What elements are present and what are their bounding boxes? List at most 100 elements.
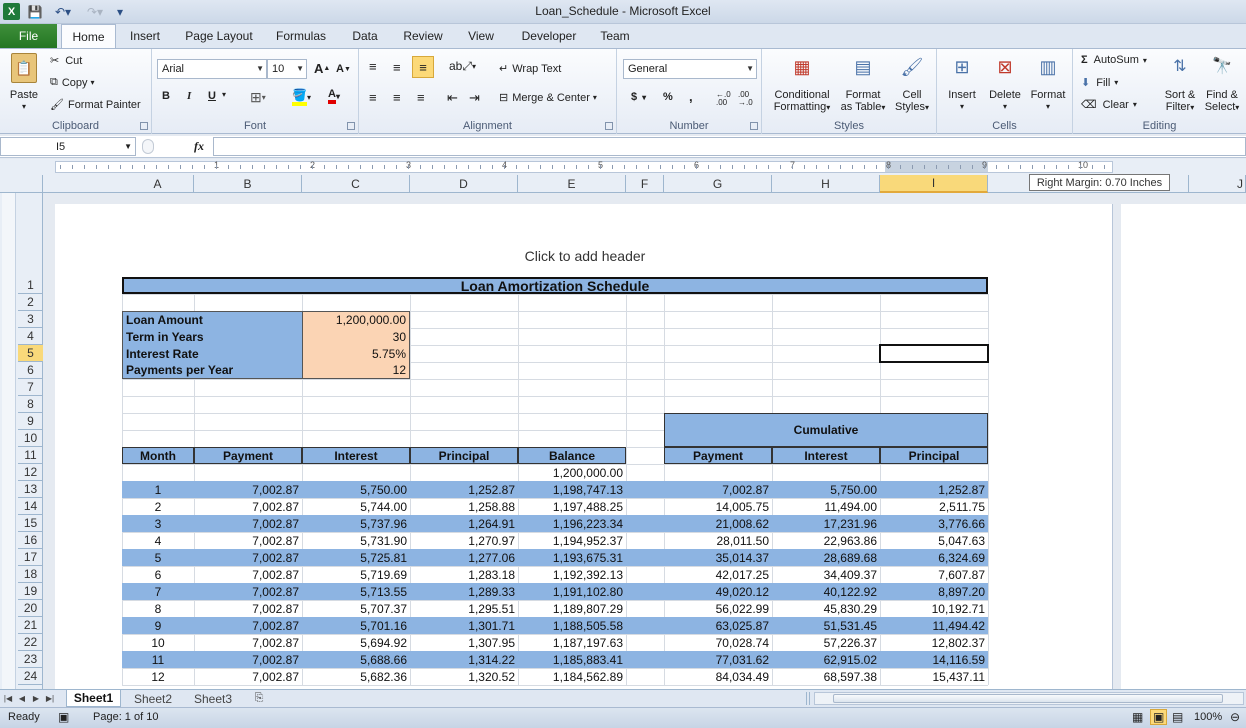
copy-button[interactable]: ⧉ Copy ▾	[50, 76, 95, 89]
font-name-combo[interactable]: Arial ▼	[157, 59, 267, 79]
wrap-text-button[interactable]: ↵ Wrap Text	[499, 62, 561, 76]
input-value[interactable]: 30	[302, 328, 410, 345]
decrease-decimal-icon[interactable]: .00 →.0	[738, 91, 753, 107]
table-cell[interactable]: 5,737.96	[302, 515, 410, 532]
table-cell[interactable]: 1,197,488.25	[518, 498, 626, 515]
table-cell[interactable]: 63,025.87	[664, 617, 772, 634]
table-header[interactable]: Interest	[302, 447, 410, 464]
input-value[interactable]: 1,200,000.00	[302, 311, 410, 328]
row-header[interactable]: 9	[18, 413, 43, 430]
table-cell[interactable]: 8,897.20	[880, 583, 988, 600]
tab-file[interactable]: File	[0, 24, 57, 48]
table-cell[interactable]: 5,688.66	[302, 651, 410, 668]
zoom-out-icon[interactable]: ⊖	[1230, 710, 1240, 724]
table-cell[interactable]: 5,047.63	[880, 532, 988, 549]
macro-record-icon[interactable]: ▣	[58, 710, 69, 724]
paste-button[interactable]: 📋 Paste ▾	[6, 53, 42, 113]
column-header-c[interactable]: C	[302, 175, 410, 193]
table-cell[interactable]: 5,750.00	[302, 481, 410, 498]
row-header[interactable]: 16	[18, 532, 43, 549]
shrink-font-button[interactable]: A ▼	[336, 63, 351, 75]
table-cell[interactable]: 1,193,675.31	[518, 549, 626, 566]
borders-icon[interactable]: ⊞ ▾	[250, 89, 266, 106]
row-header[interactable]: 10	[18, 430, 43, 447]
table-header[interactable]: Payment	[664, 447, 772, 464]
table-cell[interactable]: 51,531.45	[772, 617, 880, 634]
table-cell[interactable]: 1,184,562.89	[518, 668, 626, 685]
table-cell[interactable]: 7,002.87	[194, 617, 302, 634]
table-cell[interactable]: 11,494.42	[880, 617, 988, 634]
column-header-j[interactable]: J	[1188, 175, 1246, 193]
font-launcher-icon[interactable]	[347, 122, 355, 130]
table-cell[interactable]: 7,002.87	[194, 498, 302, 515]
row-header[interactable]: 18	[18, 566, 43, 583]
table-cell[interactable]: 1,187,197.63	[518, 634, 626, 651]
tab-data[interactable]: Data	[345, 24, 385, 48]
table-cell[interactable]: 2	[122, 498, 194, 515]
next-sheet-icon[interactable]: ▶	[30, 690, 42, 707]
name-box[interactable]: I5 ▼	[0, 137, 136, 156]
underline-dropdown-icon[interactable]: ▾	[222, 90, 226, 99]
table-cell[interactable]: 5,719.69	[302, 566, 410, 583]
row-header[interactable]: 1	[18, 277, 43, 294]
table-cell[interactable]: 5,707.37	[302, 600, 410, 617]
row-header[interactable]: 23	[18, 651, 43, 668]
sheet-tab-sheet2[interactable]: Sheet2	[126, 690, 180, 707]
table-cell[interactable]: 5,701.16	[302, 617, 410, 634]
fill-button[interactable]: ⬇ Fill ▾	[1081, 76, 1118, 90]
increase-indent-icon[interactable]: ⇥	[469, 90, 480, 106]
table-cell[interactable]: 77,031.62	[664, 651, 772, 668]
table-cell[interactable]: 5,694.92	[302, 634, 410, 651]
header-placeholder[interactable]: Click to add header	[522, 248, 648, 264]
input-label[interactable]: Interest Rate	[122, 345, 302, 362]
tab-page-layout[interactable]: Page Layout	[180, 24, 258, 48]
table-header[interactable]: Interest	[772, 447, 880, 464]
table-cell[interactable]: 7,002.87	[664, 481, 772, 498]
table-cell[interactable]: 49,020.12	[664, 583, 772, 600]
tab-review[interactable]: Review	[397, 24, 449, 48]
column-header-i[interactable]: I	[880, 175, 988, 193]
table-cell[interactable]: 7,002.87	[194, 668, 302, 685]
table-header[interactable]: Balance	[518, 447, 626, 464]
delete-cells-button[interactable]: ⊠ Delete ▾	[985, 53, 1025, 113]
row-header[interactable]: 11	[18, 447, 43, 464]
table-cell[interactable]: 1,192,392.13	[518, 566, 626, 583]
insert-function-icon[interactable]: fx	[194, 139, 204, 154]
table-cell[interactable]: 70,028.74	[664, 634, 772, 651]
tab-developer[interactable]: Developer	[514, 24, 584, 48]
table-cell[interactable]: 68,597.38	[772, 668, 880, 685]
column-header-b[interactable]: B	[194, 175, 302, 193]
table-cell[interactable]: 1,191,102.80	[518, 583, 626, 600]
table-cell[interactable]: 7,002.87	[194, 566, 302, 583]
table-cell[interactable]: 1,283.18	[410, 566, 518, 583]
table-header[interactable]: Principal	[880, 447, 988, 464]
table-cell[interactable]: 84,034.49	[664, 668, 772, 685]
conditional-formatting-button[interactable]: ▦ Conditional Formatting▾	[767, 53, 837, 114]
tab-insert[interactable]: Insert	[122, 24, 168, 48]
row-header[interactable]: 2	[18, 294, 43, 311]
table-cell[interactable]: 12,802.37	[880, 634, 988, 651]
input-value[interactable]: 5.75%	[302, 345, 410, 362]
table-cell[interactable]: 9	[122, 617, 194, 634]
autosum-button[interactable]: Σ AutoSum ▾	[1081, 54, 1147, 66]
table-cell[interactable]: 7,002.87	[194, 651, 302, 668]
table-cell[interactable]: 7,002.87	[194, 600, 302, 617]
merge-center-button[interactable]: ⊟ Merge & Center ▾	[499, 91, 597, 105]
row-header[interactable]: 19	[18, 583, 43, 600]
table-cell[interactable]: 8	[122, 600, 194, 617]
table-cell[interactable]: 11	[122, 651, 194, 668]
format-painter-button[interactable]: 🖌 Format Painter	[50, 98, 141, 112]
table-cell[interactable]: 1,307.95	[410, 634, 518, 651]
align-right-icon[interactable]: ≡	[417, 90, 425, 105]
horizontal-scrollbar-thumb[interactable]	[833, 694, 1223, 703]
row-header[interactable]: 21	[18, 617, 43, 634]
align-top-icon[interactable]: ≡	[369, 59, 377, 74]
column-header-g[interactable]: G	[664, 175, 772, 193]
table-cell[interactable]: 1,185,883.41	[518, 651, 626, 668]
align-center-icon[interactable]: ≡	[393, 90, 401, 105]
formula-bar-resize-icon[interactable]	[142, 139, 154, 154]
column-header-f[interactable]: F	[626, 175, 664, 193]
input-value[interactable]: 12	[302, 362, 410, 379]
row-header[interactable]: 20	[18, 600, 43, 617]
table-cell[interactable]: 22,963.86	[772, 532, 880, 549]
